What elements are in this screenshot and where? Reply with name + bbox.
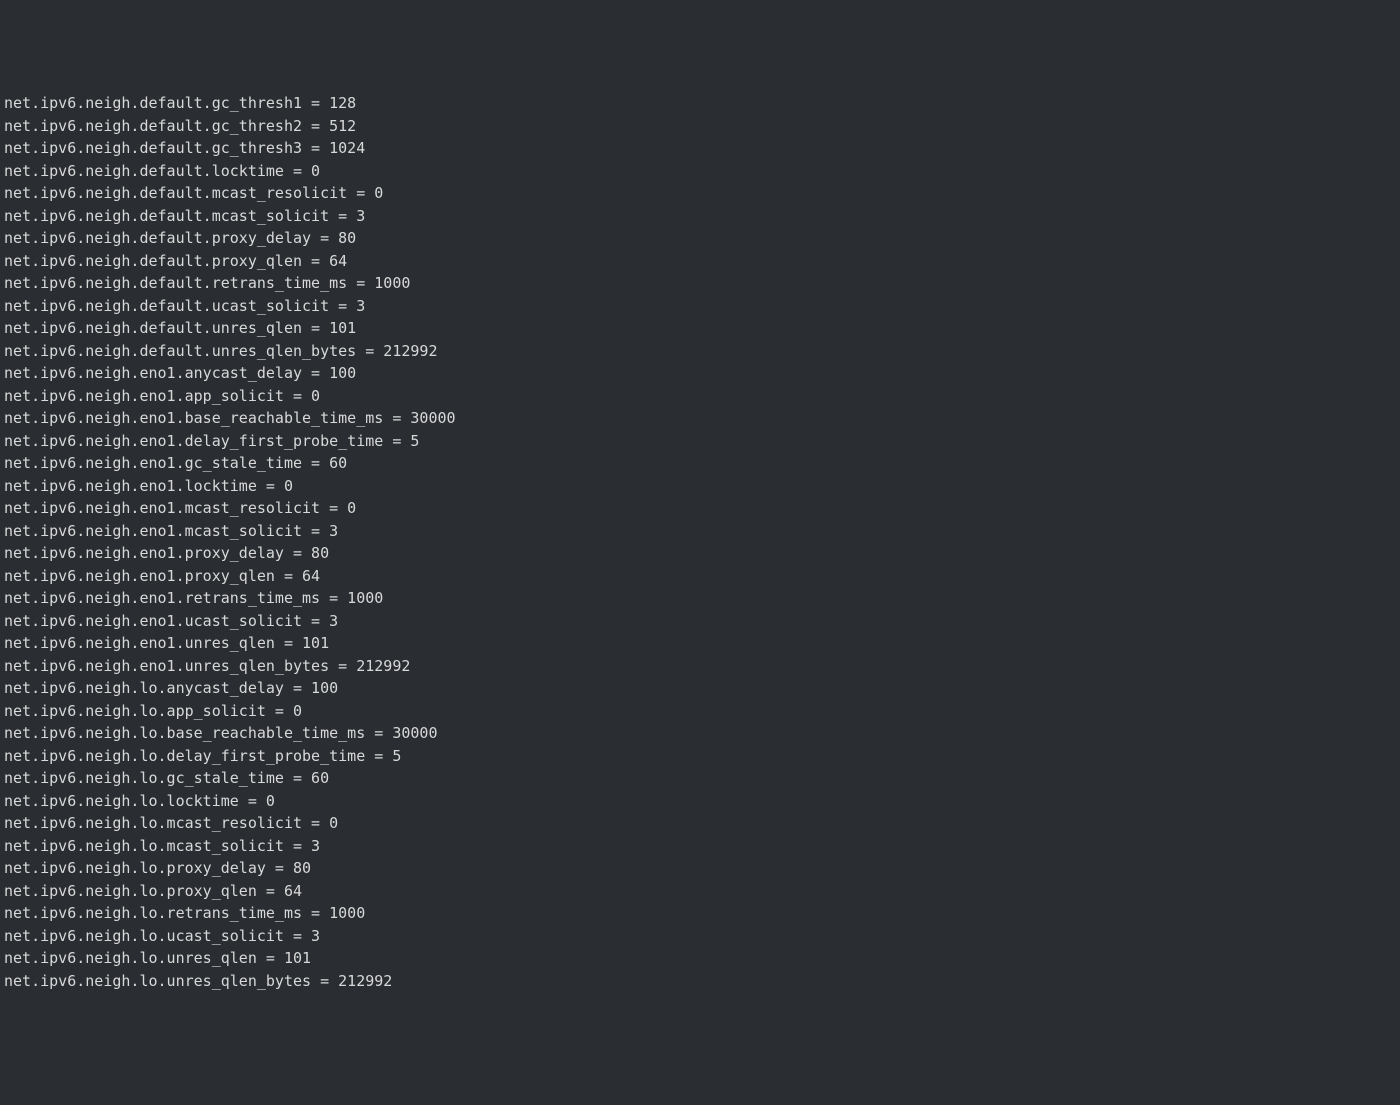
sysctl-line: net.ipv6.neigh.lo.anycast_delay = 100 — [4, 677, 1396, 700]
sysctl-line: net.ipv6.neigh.default.mcast_resolicit =… — [4, 182, 1396, 205]
sysctl-line: net.ipv6.neigh.lo.delay_first_probe_time… — [4, 745, 1396, 768]
sysctl-line: net.ipv6.neigh.lo.retrans_time_ms = 1000 — [4, 902, 1396, 925]
sysctl-line: net.ipv6.neigh.eno1.retrans_time_ms = 10… — [4, 587, 1396, 610]
sysctl-line: net.ipv6.neigh.eno1.proxy_qlen = 64 — [4, 565, 1396, 588]
sysctl-line: net.ipv6.neigh.eno1.mcast_solicit = 3 — [4, 520, 1396, 543]
sysctl-line: net.ipv6.neigh.lo.locktime = 0 — [4, 790, 1396, 813]
sysctl-line: net.ipv6.neigh.default.gc_thresh1 = 128 — [4, 92, 1396, 115]
sysctl-line: net.ipv6.neigh.eno1.unres_qlen_bytes = 2… — [4, 655, 1396, 678]
sysctl-line: net.ipv6.neigh.default.unres_qlen = 101 — [4, 317, 1396, 340]
sysctl-line: net.ipv6.neigh.lo.mcast_solicit = 3 — [4, 835, 1396, 858]
sysctl-line: net.ipv6.neigh.lo.mcast_resolicit = 0 — [4, 812, 1396, 835]
sysctl-line: net.ipv6.neigh.eno1.app_solicit = 0 — [4, 385, 1396, 408]
sysctl-line: net.ipv6.neigh.eno1.anycast_delay = 100 — [4, 362, 1396, 385]
sysctl-line: net.ipv6.neigh.lo.base_reachable_time_ms… — [4, 722, 1396, 745]
sysctl-line: net.ipv6.neigh.default.locktime = 0 — [4, 160, 1396, 183]
sysctl-line: net.ipv6.neigh.eno1.ucast_solicit = 3 — [4, 610, 1396, 633]
sysctl-line: net.ipv6.neigh.lo.ucast_solicit = 3 — [4, 925, 1396, 948]
sysctl-line: net.ipv6.neigh.default.unres_qlen_bytes … — [4, 340, 1396, 363]
sysctl-line: net.ipv6.neigh.default.ucast_solicit = 3 — [4, 295, 1396, 318]
sysctl-line: net.ipv6.neigh.eno1.proxy_delay = 80 — [4, 542, 1396, 565]
sysctl-line: net.ipv6.neigh.default.gc_thresh2 = 512 — [4, 115, 1396, 138]
terminal-output[interactable]: net.ipv6.neigh.default.gc_thresh1 = 128n… — [4, 92, 1396, 992]
sysctl-line: net.ipv6.neigh.default.mcast_solicit = 3 — [4, 205, 1396, 228]
sysctl-line: net.ipv6.neigh.lo.app_solicit = 0 — [4, 700, 1396, 723]
sysctl-line: net.ipv6.neigh.eno1.mcast_resolicit = 0 — [4, 497, 1396, 520]
sysctl-line: net.ipv6.neigh.lo.unres_qlen = 101 — [4, 947, 1396, 970]
sysctl-line: net.ipv6.neigh.eno1.gc_stale_time = 60 — [4, 452, 1396, 475]
sysctl-line: net.ipv6.neigh.lo.gc_stale_time = 60 — [4, 767, 1396, 790]
sysctl-line: net.ipv6.neigh.lo.unres_qlen_bytes = 212… — [4, 970, 1396, 993]
sysctl-line: net.ipv6.neigh.default.proxy_qlen = 64 — [4, 250, 1396, 273]
sysctl-line: net.ipv6.neigh.default.proxy_delay = 80 — [4, 227, 1396, 250]
sysctl-line: net.ipv6.neigh.eno1.locktime = 0 — [4, 475, 1396, 498]
sysctl-line: net.ipv6.neigh.eno1.base_reachable_time_… — [4, 407, 1396, 430]
sysctl-line: net.ipv6.neigh.default.gc_thresh3 = 1024 — [4, 137, 1396, 160]
sysctl-line: net.ipv6.neigh.default.retrans_time_ms =… — [4, 272, 1396, 295]
sysctl-line: net.ipv6.neigh.eno1.delay_first_probe_ti… — [4, 430, 1396, 453]
sysctl-line: net.ipv6.neigh.lo.proxy_qlen = 64 — [4, 880, 1396, 903]
sysctl-line: net.ipv6.neigh.eno1.unres_qlen = 101 — [4, 632, 1396, 655]
sysctl-line: net.ipv6.neigh.lo.proxy_delay = 80 — [4, 857, 1396, 880]
